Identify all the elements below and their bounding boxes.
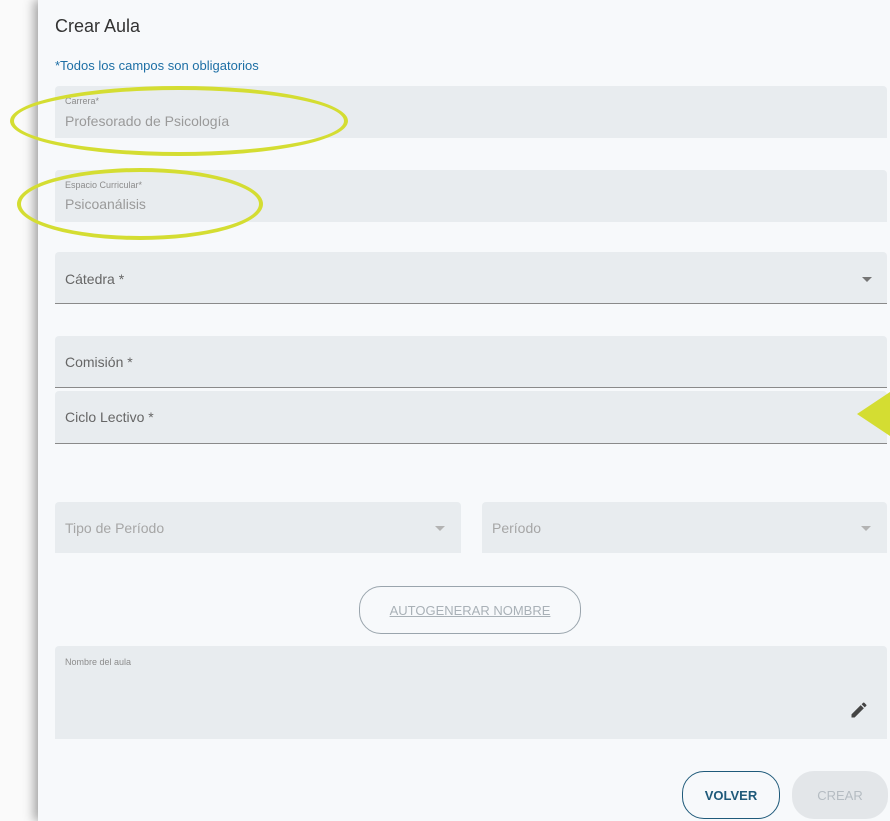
tipo-periodo-placeholder: Tipo de Período bbox=[65, 520, 165, 536]
pointer-arrow-icon bbox=[857, 392, 890, 436]
classroom-name-field[interactable]: Nombre del aula bbox=[55, 646, 887, 739]
tipo-periodo-select[interactable]: Tipo de Período bbox=[55, 502, 461, 553]
ciclo-lectivo-select[interactable]: Ciclo Lectivo * bbox=[55, 391, 887, 444]
chevron-down-icon bbox=[435, 526, 445, 531]
highlight-ellipse-carrera bbox=[10, 86, 348, 156]
comision-placeholder: Comisión * bbox=[65, 354, 133, 370]
catedra-select[interactable]: Cátedra * bbox=[55, 252, 887, 304]
periodo-placeholder: Período bbox=[492, 520, 542, 536]
periodo-select[interactable]: Período bbox=[482, 502, 887, 553]
comision-input[interactable]: Comisión * bbox=[55, 336, 887, 388]
required-fields-note: *Todos los campos son obligatorios bbox=[55, 58, 259, 73]
pencil-icon[interactable] bbox=[849, 700, 869, 720]
highlight-ellipse-espacio-curricular bbox=[17, 168, 263, 240]
create-button[interactable]: CREAR bbox=[792, 771, 888, 819]
autogenerate-name-button[interactable]: AUTOGENERAR NOMBRE bbox=[359, 586, 581, 634]
ciclo-lectivo-placeholder: Ciclo Lectivo * bbox=[65, 409, 154, 425]
chevron-down-icon bbox=[861, 526, 871, 531]
chevron-down-icon bbox=[862, 277, 872, 282]
catedra-placeholder: Cátedra * bbox=[65, 271, 125, 287]
dialog-title: Crear Aula bbox=[55, 16, 141, 36]
classroom-name-label: Nombre del aula bbox=[65, 657, 132, 667]
back-button[interactable]: VOLVER bbox=[682, 771, 780, 819]
